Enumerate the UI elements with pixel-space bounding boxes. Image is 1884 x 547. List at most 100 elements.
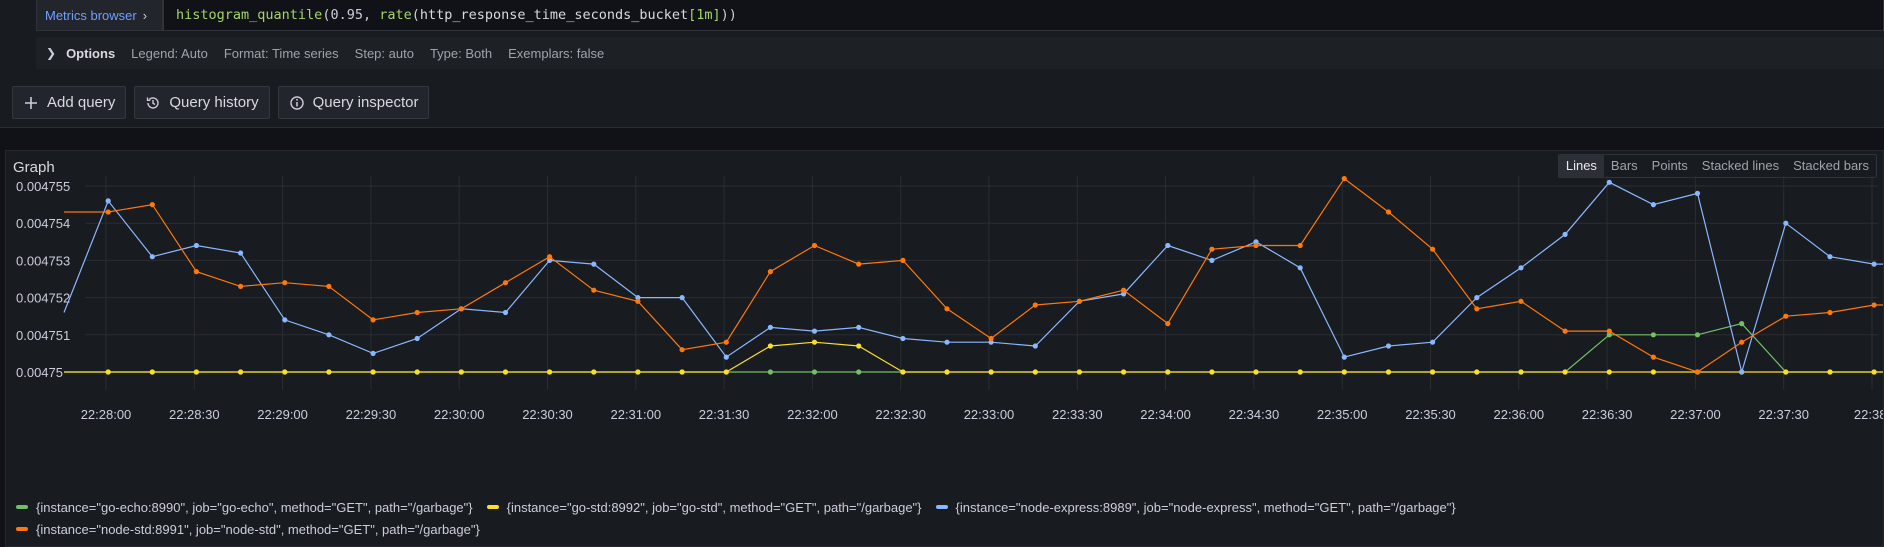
series-point-3	[635, 298, 641, 304]
legend-item[interactable]: {instance="node-express:8989", job="node…	[935, 499, 1456, 515]
x-tick-label: 22:31:00	[610, 407, 661, 422]
series-point-1	[856, 343, 862, 349]
series-point-3	[1827, 309, 1833, 316]
x-tick-label: 22:33:30	[1052, 407, 1103, 422]
expr-sep: ,	[362, 7, 380, 23]
series-point-1	[1253, 369, 1259, 375]
series-point-3	[238, 283, 244, 289]
legend-item[interactable]: {instance="node-std:8991", job="node-std…	[16, 522, 480, 537]
series-point-3	[1032, 302, 1038, 308]
query-editor[interactable]: histogram_quantile(0.95, rate(http_respo…	[163, 0, 1884, 31]
series-point-1	[591, 369, 597, 375]
series-point-2	[1297, 265, 1303, 271]
time-series-chart[interactable]: 22:28:00 22:28:30 22:29:00 22:29:30 22:30:00…	[6, 151, 1883, 491]
legend-label: {instance="node-std:8991", job="node-std…	[36, 521, 480, 537]
series-point-2	[238, 250, 244, 256]
query-inspector-button[interactable]: Query inspector	[277, 86, 430, 119]
series-point-0	[767, 369, 774, 375]
x-tick-label: 22:37:00	[1670, 407, 1721, 422]
series-point-3	[1739, 339, 1745, 345]
expr-open1: (	[322, 7, 331, 23]
series-point-2	[1739, 369, 1745, 375]
series-point-2	[679, 295, 685, 301]
series-point-3	[1209, 246, 1215, 252]
series-point-2	[1694, 190, 1701, 196]
legend-item[interactable]: {instance="go-echo:8990", job="go-echo",…	[16, 500, 473, 515]
series-point-1	[900, 369, 906, 375]
series-point-1	[149, 369, 155, 375]
series-point-1	[723, 369, 729, 375]
series-point-2	[1032, 343, 1038, 349]
series-point-2	[591, 261, 597, 267]
x-tick-label: 22:29:00	[257, 407, 308, 422]
series-point-1	[679, 369, 685, 375]
graph-panel: Graph Lines Bars Points Stacked lines Stacke…	[5, 150, 1884, 547]
series-point-3	[1253, 242, 1259, 249]
series-point-1	[1474, 369, 1480, 375]
option-legend: Legend: Auto	[131, 45, 208, 61]
series-point-2	[811, 328, 818, 334]
series-point-2	[1827, 254, 1833, 260]
series-point-3	[149, 202, 155, 208]
query-options-row[interactable]: ❯ Options Legend: Auto Format: Time seri…	[36, 37, 1884, 69]
series-point-3	[1694, 369, 1701, 375]
series-point-1	[811, 339, 818, 345]
legend-label: {instance="go-std:8992", job="go-std", m…	[506, 499, 922, 515]
expr-fn1: histogram_quantile	[176, 7, 323, 23]
series-point-0	[856, 369, 862, 375]
series-point-1	[1783, 369, 1789, 375]
series-point-1	[193, 369, 199, 375]
series-point-1	[1562, 369, 1568, 375]
legend-swatch	[16, 527, 28, 531]
series-point-0	[1650, 332, 1656, 338]
series-point-3	[1121, 287, 1127, 293]
series-point-2	[502, 309, 509, 316]
metrics-browser-button[interactable]: Metrics browser ›	[36, 0, 163, 31]
y-tick-label: 0.004751	[16, 328, 70, 343]
series-point-3	[105, 209, 111, 215]
series-point-1	[326, 369, 332, 375]
series-point-2	[326, 332, 332, 338]
series-point-2	[1385, 343, 1392, 349]
series-point-2	[105, 198, 111, 204]
series-point-1	[1385, 369, 1392, 375]
expr-arg1: 0.95	[330, 7, 363, 23]
option-type: Type: Both	[429, 45, 493, 61]
series-point-2	[370, 350, 376, 356]
legend-item[interactable]: {instance="go-std:8992", job="go-std", m…	[486, 499, 922, 515]
legend-swatch	[486, 505, 499, 509]
series-point-3	[1165, 321, 1171, 327]
legend-label: {instance="node-express:8989", job="node…	[955, 499, 1456, 515]
legend-swatch	[16, 505, 28, 509]
series-point-2	[1165, 242, 1171, 249]
series-point-3	[282, 280, 288, 286]
query-inspector-label: Query inspector	[312, 94, 419, 111]
series-point-3	[370, 317, 376, 323]
series-point-3	[502, 280, 509, 286]
series-point-2	[1783, 220, 1789, 226]
series-point-1	[1121, 369, 1127, 375]
x-tick-label: 22:31:30	[699, 407, 750, 422]
series-point-1	[988, 369, 994, 375]
series-point-2	[1650, 202, 1656, 208]
legend-row: {instance="node-std:8991", job="node-std…	[16, 518, 1876, 540]
series-point-1	[502, 369, 509, 375]
info-circle-icon	[289, 95, 304, 110]
series-point-2	[723, 354, 729, 360]
series-point-1	[1297, 369, 1303, 375]
series-point-1	[458, 369, 464, 375]
query-history-button[interactable]: Query history	[134, 86, 270, 119]
x-tick-label: 22:37:30	[1758, 407, 1809, 422]
series-point-2	[1474, 295, 1480, 301]
series-point-1	[1606, 369, 1612, 375]
series-point-3	[1297, 242, 1303, 249]
add-query-button[interactable]: Add query	[12, 86, 127, 119]
x-tick-label: 22:28:00	[81, 407, 132, 422]
series-point-1	[1827, 369, 1833, 375]
series-point-1	[547, 369, 553, 375]
series-line-1	[64, 341, 1883, 373]
x-tick-label: 22:35:00	[1317, 407, 1368, 422]
series-point-3	[1562, 328, 1568, 334]
legend-label: {instance="go-echo:8990", job="go-echo",…	[36, 499, 473, 515]
series-point-2	[282, 317, 288, 323]
